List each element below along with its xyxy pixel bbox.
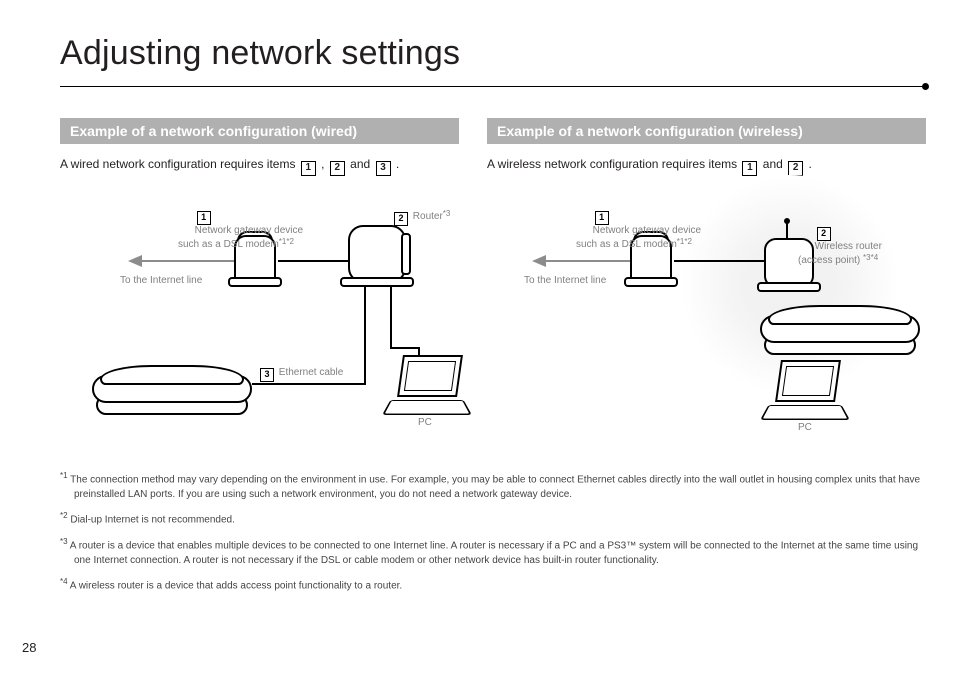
text: Ethernet cable — [279, 367, 344, 378]
item-box-2: 2 — [817, 227, 831, 241]
item-box-3: 3 — [376, 161, 391, 176]
text: A wireless network configuration require… — [487, 157, 740, 171]
ethernet-label: 3 Ethernet cable — [258, 367, 343, 382]
wired-intro: A wired network configuration requires i… — [60, 157, 459, 176]
sup: *1 — [60, 471, 68, 480]
text: and — [763, 157, 786, 171]
item-box-2: 2 — [330, 161, 345, 176]
sup: *1*2 — [677, 237, 692, 246]
wireless-intro: A wireless network configuration require… — [487, 157, 926, 176]
item-box-2: 2 — [788, 161, 803, 176]
diagram-wired: To the Internet line 1 Network gateway d… — [42, 185, 462, 430]
wire — [278, 260, 348, 262]
text: A wireless router is a device that adds … — [70, 580, 402, 591]
text: A router is a device that enables multip… — [70, 540, 918, 566]
sup: *2 — [60, 511, 68, 520]
wire — [390, 347, 420, 349]
section-heading-wired: Example of a network configuration (wire… — [60, 118, 459, 144]
wire — [252, 383, 366, 385]
gateway-label: 1 Network gateway device such as a DSL m… — [576, 197, 701, 264]
laptop-icon — [760, 360, 850, 420]
pc-label: PC — [798, 422, 812, 435]
text: Dial-up Internet is not recommended. — [70, 515, 235, 526]
sup: *3 — [443, 209, 451, 218]
internet-arrow-icon — [128, 255, 142, 267]
text: . — [809, 157, 812, 171]
item-box-1: 1 — [301, 161, 316, 176]
console-icon — [760, 305, 920, 355]
wireless-router-label: 2 Wireless router (access point) *3*4 — [798, 213, 882, 280]
page-number: 28 — [22, 640, 36, 655]
title-rule — [60, 86, 926, 87]
router-icon — [348, 225, 406, 283]
sup: *4 — [60, 577, 68, 586]
text: and — [350, 157, 373, 171]
sup: *1*2 — [279, 237, 294, 246]
laptop-icon — [382, 355, 472, 415]
footnote-4: *4 A wireless router is a device that ad… — [60, 576, 926, 593]
internet-arrow-icon — [532, 255, 546, 267]
text: . — [396, 157, 399, 171]
text: , — [321, 157, 328, 171]
item-box-1: 1 — [742, 161, 757, 176]
sup: *3*4 — [863, 253, 878, 262]
item-box-1: 1 — [197, 211, 211, 225]
internet-label: To the Internet line — [120, 275, 202, 288]
footnote-3: *3 A router is a device that enables mul… — [60, 536, 926, 568]
text: A wired network configuration requires i… — [60, 157, 299, 171]
diagram-wireless: To the Internet line 1 Network gateway d… — [480, 185, 920, 430]
text: Router — [413, 211, 443, 222]
item-box-2: 2 — [394, 212, 408, 226]
wire — [674, 260, 764, 262]
page-title: Adjusting network settings — [60, 34, 460, 73]
footnote-2: *2 Dial-up Internet is not recommended. — [60, 510, 926, 527]
footnotes: *1 The connection method may vary depend… — [60, 470, 926, 601]
gateway-label: 1 Network gateway device such as a DSL m… — [178, 197, 303, 264]
pc-label: PC — [418, 417, 432, 430]
wire — [390, 287, 392, 349]
text: The connection method may vary depending… — [70, 474, 920, 500]
section-heading-wireless: Example of a network configuration (wire… — [487, 118, 926, 144]
manual-page: Adjusting network settings Example of a … — [0, 0, 954, 673]
console-icon — [92, 365, 252, 415]
internet-label: To the Internet line — [524, 275, 606, 288]
item-box-3: 3 — [260, 368, 274, 382]
router-label: 2 Router*3 — [392, 209, 450, 226]
sup: *3 — [60, 537, 68, 546]
wire — [364, 287, 366, 385]
footnote-1: *1 The connection method may vary depend… — [60, 470, 926, 502]
item-box-1: 1 — [595, 211, 609, 225]
